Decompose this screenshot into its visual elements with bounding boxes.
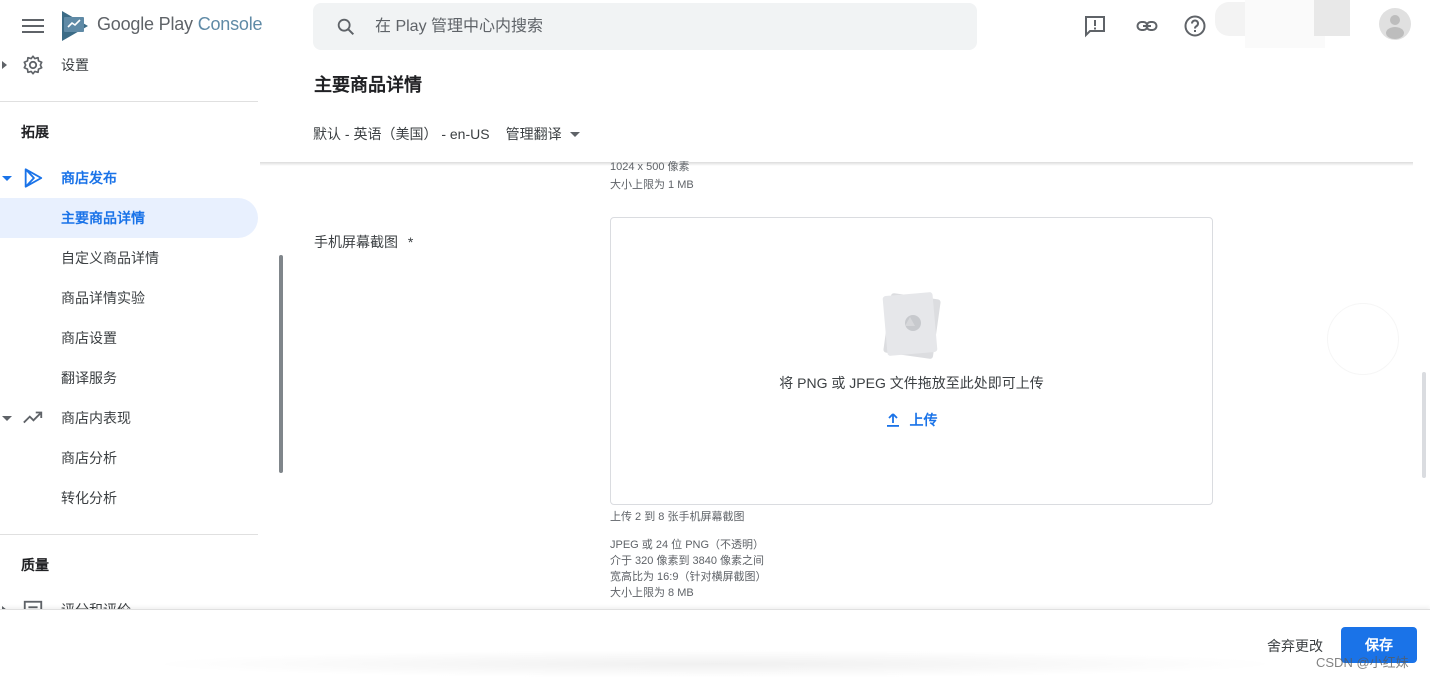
divider bbox=[0, 101, 258, 102]
sidebar-item-label: 商店设置 bbox=[61, 330, 117, 346]
collapse-caret-icon[interactable] bbox=[2, 415, 12, 421]
brand-primary: Google Play bbox=[97, 14, 193, 34]
sidebar-nav: 设置 拓展 商店发布 主要商品详情 自定义商品详情 商品详情实验 商店设置 翻译… bbox=[0, 52, 260, 610]
requirement-line: JPEG 或 24 位 PNG（不透明） bbox=[610, 539, 765, 551]
sidebar-item-custom-store-listings[interactable]: 自定义商品详情 bbox=[0, 238, 258, 278]
discard-changes-button[interactable]: 舍弃更改 bbox=[1267, 636, 1323, 656]
sidebar-item-main-store-listing[interactable]: 主要商品详情 bbox=[0, 198, 258, 238]
watermark: CSDN @小红妹 bbox=[1316, 655, 1409, 670]
sidebar-item-settings[interactable]: 设置 bbox=[0, 52, 258, 85]
image-file-icon bbox=[882, 292, 941, 359]
sidebar-item-label: 转化分析 bbox=[61, 490, 117, 506]
app-brand: Google Play Console bbox=[97, 14, 263, 35]
sidebar-scrollbar[interactable] bbox=[279, 255, 283, 473]
header-shadow bbox=[260, 162, 1413, 166]
play-console-logo-icon bbox=[62, 11, 88, 41]
search-icon bbox=[337, 18, 355, 36]
screenshot-count-hint: 上传 2 到 8 张手机屏幕截图 bbox=[610, 511, 745, 523]
required-mark: * bbox=[407, 234, 414, 250]
sidebar-item-store-settings[interactable]: 商店设置 bbox=[0, 318, 258, 358]
sidebar-item-conversion-analysis[interactable]: 转化分析 bbox=[0, 478, 258, 518]
sidebar-item-store-analysis[interactable]: 商店分析 bbox=[0, 438, 258, 478]
page-title: 主要商品详情 bbox=[314, 75, 422, 95]
redacted-area bbox=[1215, 2, 1245, 36]
upload-label: 上传 bbox=[909, 412, 938, 428]
sidebar-item-label: 设置 bbox=[61, 57, 89, 73]
gear-icon bbox=[23, 55, 43, 75]
sidebar-item-label: 翻译服务 bbox=[61, 370, 117, 386]
link-icon[interactable] bbox=[1135, 14, 1159, 38]
screenshot-requirements: JPEG 或 24 位 PNG（不透明） 介于 320 像素到 3840 像素之… bbox=[610, 537, 766, 601]
section-title-quality: 质量 bbox=[21, 557, 49, 573]
field-label-text: 手机屏幕截图 bbox=[314, 234, 398, 250]
sidebar-item-label: 商店分析 bbox=[61, 450, 117, 466]
manage-translations-dropdown[interactable]: 管理翻译 bbox=[506, 124, 580, 144]
sidebar-item-label: 自定义商品详情 bbox=[61, 250, 159, 266]
search-bar[interactable] bbox=[313, 3, 977, 50]
requirement-line: 大小上限为 8 MB bbox=[610, 587, 694, 599]
sidebar-item-label: 商店内表现 bbox=[61, 410, 131, 426]
person-icon bbox=[1386, 15, 1404, 39]
screenshot-dropzone[interactable]: 将 PNG 或 JPEG 文件拖放至此处即可上传 上传 bbox=[610, 217, 1213, 505]
sidebar-item-ratings-reviews[interactable]: 评分和评价 bbox=[0, 590, 258, 610]
brand-secondary: Console bbox=[197, 14, 263, 34]
ghost-arrow-icon bbox=[1327, 303, 1399, 375]
main-scrollbar[interactable] bbox=[1422, 372, 1426, 478]
search-input[interactable] bbox=[375, 13, 955, 41]
collapse-caret-icon[interactable] bbox=[2, 175, 12, 181]
sidebar-item-store-listing-experiments[interactable]: 商品详情实验 bbox=[0, 278, 258, 318]
sidebar-item-store-presence[interactable]: 商店发布 bbox=[0, 158, 258, 198]
trending-up-icon bbox=[23, 411, 43, 424]
upload-icon bbox=[886, 413, 899, 427]
dropdown-arrow-icon bbox=[569, 131, 580, 137]
phone-screenshots-label: 手机屏幕截图 * bbox=[314, 232, 413, 252]
feature-graphic-hint-size: 1024 x 500 像素 bbox=[610, 161, 690, 173]
play-store-icon bbox=[24, 168, 43, 188]
dropzone-instructions: 将 PNG 或 JPEG 文件拖放至此处即可上传 bbox=[779, 375, 1044, 391]
help-icon[interactable] bbox=[1183, 14, 1207, 38]
menu-icon[interactable] bbox=[22, 16, 44, 36]
redacted-area bbox=[1245, 0, 1325, 48]
upload-button[interactable]: 上传 bbox=[611, 410, 1212, 430]
feature-graphic-hint-limit: 大小上限为 1 MB bbox=[610, 179, 694, 191]
language-bar: 默认 - 英语（美国） - en-US 管理翻译 bbox=[313, 124, 580, 144]
footer-shade bbox=[140, 650, 1290, 678]
section-title-expand: 拓展 bbox=[21, 124, 49, 140]
divider bbox=[0, 534, 258, 535]
redacted-area bbox=[1314, 0, 1350, 36]
sidebar-item-label: 商店发布 bbox=[61, 170, 117, 186]
expand-caret-icon[interactable] bbox=[2, 61, 7, 69]
manage-translations-label: 管理翻译 bbox=[505, 126, 562, 142]
sidebar-item-label: 主要商品详情 bbox=[61, 210, 145, 226]
requirement-line: 介于 320 像素到 3840 像素之间 bbox=[610, 555, 765, 567]
sidebar-item-translation-service[interactable]: 翻译服务 bbox=[0, 358, 258, 398]
sidebar-item-label: 商品详情实验 bbox=[61, 290, 145, 306]
top-app-bar: Google Play Console bbox=[0, 0, 1430, 52]
requirement-line: 宽高比为 16:9（针对横屏截图） bbox=[610, 571, 767, 583]
default-language: 默认 - 英语（美国） - en-US bbox=[313, 126, 490, 142]
account-avatar[interactable] bbox=[1379, 8, 1411, 40]
feedback-icon[interactable] bbox=[1083, 14, 1107, 38]
sidebar-item-store-performance[interactable]: 商店内表现 bbox=[0, 398, 258, 438]
